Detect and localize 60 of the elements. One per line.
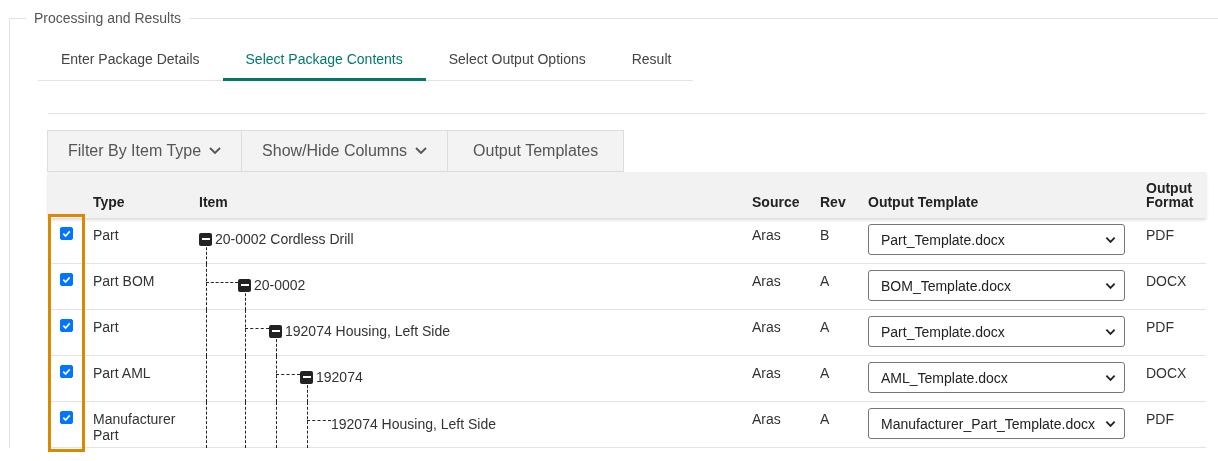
column-header: Rev xyxy=(820,195,847,213)
table-cell: Part xyxy=(93,227,119,243)
checkbox[interactable] xyxy=(60,227,73,240)
checkbox[interactable] xyxy=(60,319,73,332)
checkbox[interactable] xyxy=(60,411,73,424)
chevron-down-icon xyxy=(1105,373,1116,382)
table-cell: DOCX xyxy=(1146,365,1187,381)
table-cell: B xyxy=(820,227,830,243)
column-header: Output Template xyxy=(868,193,980,213)
tab[interactable]: Select Package Contents xyxy=(222,41,426,81)
tree-item-label: 192074 xyxy=(316,369,363,385)
template-dropdown[interactable]: BOM_Template.docx xyxy=(868,270,1125,301)
section-title: Processing and Results xyxy=(26,10,190,26)
table-cell: DOCX xyxy=(1146,273,1187,289)
table-cell: Aras xyxy=(752,273,781,289)
table-cell: Part BOM xyxy=(93,273,155,289)
toolbar-button[interactable]: Output Templates xyxy=(447,130,625,172)
table-cell: Part xyxy=(93,319,119,335)
table-cell: A xyxy=(820,365,830,381)
checkbox[interactable] xyxy=(60,365,73,378)
table-cell: A xyxy=(820,319,830,335)
template-dropdown[interactable]: Part_Template.docx xyxy=(868,224,1125,255)
chevron-down-icon xyxy=(1105,235,1116,244)
table-cell: PDF xyxy=(1146,227,1174,243)
chevron-down-icon xyxy=(1105,281,1116,290)
table-cell: Aras xyxy=(752,365,781,381)
tab[interactable]: Result xyxy=(608,41,695,81)
template-dropdown[interactable]: Part_Template.docx xyxy=(868,316,1125,347)
table-cell: A xyxy=(820,273,830,289)
chevron-down-icon xyxy=(1105,327,1116,336)
table-cell: Manufacturer Part xyxy=(93,411,176,443)
toolbar-button[interactable]: Show/Hide Columns xyxy=(241,130,449,172)
table-cell: A xyxy=(820,411,830,427)
column-header: Item xyxy=(199,195,229,213)
column-header: Output Format xyxy=(1146,180,1195,213)
table-cell: Aras xyxy=(752,319,781,335)
table-cell: Aras xyxy=(752,227,781,243)
chevron-down-icon xyxy=(209,147,222,155)
tree-item-label: 20-0002 xyxy=(254,277,306,293)
template-dropdown[interactable]: Manufacturer_Part_Template.docx xyxy=(868,408,1125,439)
table-cell: Aras xyxy=(752,411,781,427)
collapse-icon[interactable] xyxy=(238,278,251,292)
column-header: Type xyxy=(93,194,126,212)
collapse-icon[interactable] xyxy=(199,232,212,246)
tab[interactable]: Select Output Options xyxy=(425,41,609,81)
checkbox[interactable] xyxy=(60,273,73,286)
tree-item-label: 192074 Housing, Left Side xyxy=(285,323,450,339)
toolbar-button[interactable]: Filter By Item Type xyxy=(47,130,243,172)
collapse-icon[interactable] xyxy=(300,370,313,384)
template-dropdown[interactable]: AML_Template.docx xyxy=(868,362,1125,393)
column-header: Source xyxy=(752,195,801,213)
chevron-down-icon xyxy=(1105,419,1116,428)
tree-item-label: 20-0002 Cordless Drill xyxy=(215,231,354,247)
table-cell: PDF xyxy=(1146,411,1174,427)
collapse-icon[interactable] xyxy=(269,324,282,338)
tree-item-label: 192074 Housing, Left Side xyxy=(331,416,496,432)
chevron-down-icon xyxy=(415,147,428,155)
tab[interactable]: Enter Package Details xyxy=(38,41,223,81)
table-cell: PDF xyxy=(1146,319,1174,335)
table-cell: Part AML xyxy=(93,365,151,381)
